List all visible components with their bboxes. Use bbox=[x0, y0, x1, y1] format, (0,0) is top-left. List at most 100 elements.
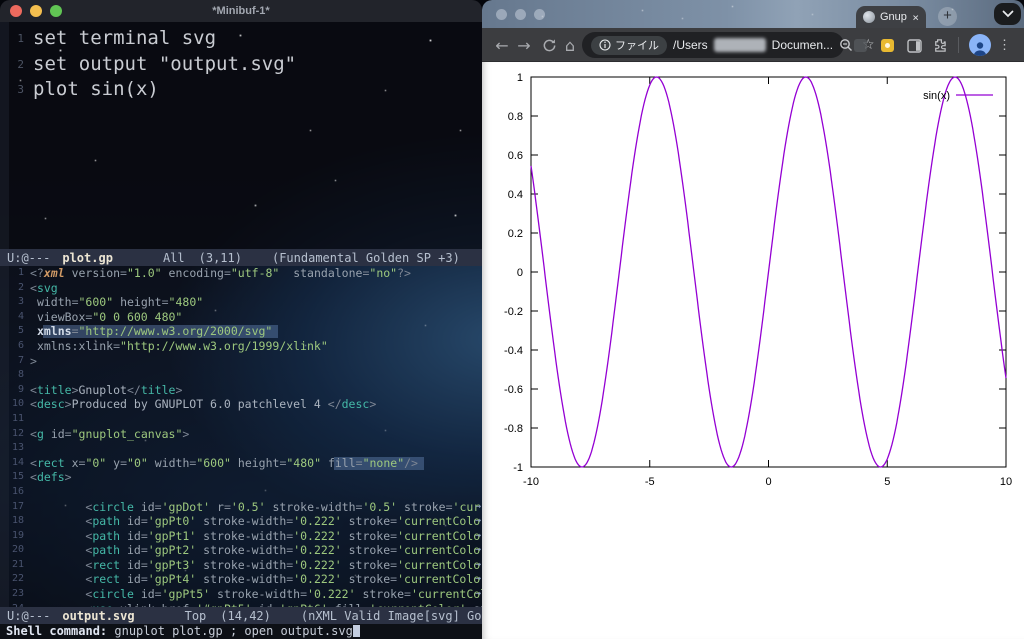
tab-strip[interactable]: Gnupl × + bbox=[482, 0, 1024, 28]
code-line: 4 viewBox="0 0 600 480" bbox=[0, 310, 482, 325]
code-line: 14 <rect x="0" y="0" width="600" height="… bbox=[0, 456, 482, 471]
truncation-arrow-icon: → bbox=[474, 558, 481, 570]
chip-label: ファイル bbox=[615, 40, 659, 52]
file-scheme-chip[interactable]: ファイル bbox=[591, 35, 667, 55]
close-window-button[interactable] bbox=[10, 5, 22, 17]
code-line: 9 <title>Gnuplot</title> bbox=[0, 383, 482, 398]
svg-text:sin(x): sin(x) bbox=[923, 90, 950, 102]
forward-button[interactable]: → bbox=[513, 28, 535, 62]
person-icon bbox=[973, 42, 987, 56]
truncation-arrow-icon: → bbox=[474, 515, 481, 527]
svg-text:5: 5 bbox=[884, 476, 890, 488]
code-line: 5 xmlns="http://www.w3.org/2000/svg" bbox=[0, 324, 482, 339]
modeline-flags: U:@--- bbox=[7, 250, 51, 265]
code-line: 16 bbox=[0, 485, 482, 500]
screen: *Minibuf-1* 1 set terminal svg 2 set output… bbox=[0, 0, 1024, 639]
minimize-window-button[interactable] bbox=[515, 9, 526, 20]
svg-text:0.8: 0.8 bbox=[508, 111, 523, 123]
code-line: 2 <svg bbox=[0, 281, 482, 296]
code-line: 15 <defs> bbox=[0, 470, 482, 485]
modeline-buffer-name: output.svg bbox=[62, 608, 135, 623]
redacted-path-segment bbox=[713, 38, 766, 52]
browser-toolbar: ← → ⌂ ファイル /Users Documen... ☆ ⋮ bbox=[482, 28, 1024, 62]
truncation-arrow-icon: → bbox=[474, 573, 481, 585]
minibuffer[interactable]: Shell command: gnuplot plot.gp ; open ou… bbox=[0, 624, 482, 639]
modeline-line-col: (14,42) bbox=[220, 608, 271, 623]
code-line: 18 <path id='gpPt0' stroke-width='0.222'… bbox=[0, 514, 482, 529]
wallpaper-stars bbox=[0, 0, 1, 1]
tab-gnuplot[interactable]: Gnupl × bbox=[856, 6, 926, 28]
code-line: 17 <circle id='gpDot' r='0.5' stroke-wid… bbox=[0, 500, 482, 515]
svg-text:0: 0 bbox=[765, 476, 771, 488]
svg-text:-0.6: -0.6 bbox=[504, 384, 523, 396]
sidebar-icon[interactable] bbox=[907, 38, 922, 57]
zoom-magnifier-icon[interactable] bbox=[839, 38, 853, 52]
emacs-window: *Minibuf-1* 1 set terminal svg 2 set output… bbox=[0, 0, 482, 639]
svg-text:0: 0 bbox=[517, 267, 523, 279]
close-window-button[interactable] bbox=[496, 9, 507, 20]
truncation-arrow-icon: → bbox=[474, 500, 481, 512]
minimize-window-button[interactable] bbox=[30, 5, 42, 17]
zoom-window-button[interactable] bbox=[534, 9, 545, 20]
text-cursor bbox=[352, 625, 360, 637]
gnuplot-script-buffer[interactable]: 1 set terminal svg 2 set output "output.svg… bbox=[0, 22, 482, 249]
tab-favicon-icon bbox=[863, 11, 875, 23]
modeline-buffer-name: plot.gp bbox=[62, 250, 113, 265]
yellow-extension-icon[interactable] bbox=[881, 39, 894, 52]
code-line: 21 <rect id='gpPt3' stroke-width='0.222'… bbox=[0, 558, 482, 573]
new-tab-button[interactable]: + bbox=[938, 7, 957, 26]
minibuffer-prompt: Shell command: bbox=[6, 624, 115, 638]
back-button[interactable]: ← bbox=[491, 28, 513, 62]
code-line: 3 plot sin(x) bbox=[0, 77, 482, 103]
truncation-arrow-icon: → bbox=[474, 588, 481, 600]
modeline-flags: U:@--- bbox=[7, 608, 51, 623]
modeline-plot-gp[interactable]: U:@--- plot.gp All (3,11) (Fundamental G… bbox=[0, 249, 482, 266]
chevron-down-icon bbox=[1002, 10, 1013, 18]
truncation-arrow-icon: → bbox=[474, 529, 481, 541]
url-text-prefix: /Users bbox=[673, 38, 708, 52]
modeline-position: All bbox=[162, 250, 185, 265]
browser-window: Gnupl × + ← → ⌂ ファイル /Users Documen... ☆… bbox=[482, 0, 1024, 639]
modeline-major-mode: (nXML Valid Image[svg] Golden SP bbox=[300, 608, 482, 623]
code-line: 1 set terminal svg bbox=[0, 26, 482, 52]
code-line: 13 bbox=[0, 441, 482, 456]
tab-title: Gnupl bbox=[880, 11, 908, 23]
code-line: 22 <rect id='gpPt4' stroke-width='0.222'… bbox=[0, 572, 482, 587]
code-line: 1 <?xml version="1.0" encoding="utf-8" st… bbox=[0, 266, 482, 281]
code-line: 10 <desc>Produced by GNUPLOT 6.0 patchlev… bbox=[0, 397, 482, 412]
svg-text:-1: -1 bbox=[513, 462, 523, 474]
browser-traffic-lights bbox=[496, 9, 545, 20]
code-line: 23 <circle id='gpPt5' stroke-width='0.22… bbox=[0, 587, 482, 602]
code-line: 7 > bbox=[0, 354, 482, 369]
tab-search-button[interactable] bbox=[994, 3, 1021, 25]
modeline-position: Top bbox=[184, 608, 207, 623]
zoom-window-button[interactable] bbox=[50, 5, 62, 17]
minibuffer-input[interactable]: gnuplot plot.gp ; open output.svg bbox=[114, 624, 352, 638]
address-bar[interactable]: ファイル /Users Documen... ☆ bbox=[582, 32, 875, 58]
traffic-lights bbox=[10, 5, 62, 17]
code-line: 12 <g id="gnuplot_canvas"> bbox=[0, 427, 482, 442]
emacs-titlebar[interactable]: *Minibuf-1* bbox=[0, 0, 482, 22]
svg-text:-10: -10 bbox=[523, 476, 539, 488]
modeline-output-svg[interactable]: U:@--- output.svg Top (14,42) (nXML Vali… bbox=[0, 607, 482, 624]
svg-text:-0.8: -0.8 bbox=[504, 423, 523, 435]
truncation-arrow-icon: → bbox=[474, 544, 481, 556]
code-line: 2 set output "output.svg" bbox=[0, 52, 482, 78]
close-tab-icon[interactable]: × bbox=[912, 11, 919, 24]
code-line: 8 bbox=[0, 368, 482, 383]
window-title: *Minibuf-1* bbox=[212, 5, 270, 17]
reload-button[interactable] bbox=[538, 28, 560, 62]
sinx-plot: -10 -5 0 5 10 1 0.8 0.6 0.4 0.2 0 -0.2 -0.4 -0.6 -0.8 -… bbox=[504, 72, 1012, 488]
svg-text:-5: -5 bbox=[645, 476, 655, 488]
svg-text:0.2: 0.2 bbox=[508, 228, 523, 240]
code-line: 11 bbox=[0, 412, 482, 427]
dimmed-extension-icon[interactable] bbox=[854, 39, 867, 52]
browser-menu-button[interactable]: ⋮ bbox=[998, 28, 1011, 62]
page-content[interactable]: -10 -5 0 5 10 1 0.8 0.6 0.4 0.2 0 -0.2 -0.4 -0.6 -0.8 -… bbox=[482, 62, 1024, 639]
svg-text:1: 1 bbox=[517, 72, 523, 84]
profile-avatar[interactable] bbox=[969, 34, 991, 56]
output-svg-buffer[interactable]: 1 <?xml version="1.0" encoding="utf-8" st… bbox=[0, 266, 482, 607]
svg-text:10: 10 bbox=[1000, 476, 1012, 488]
home-button[interactable]: ⌂ bbox=[559, 28, 581, 62]
extensions-puzzle-icon[interactable] bbox=[932, 38, 947, 57]
